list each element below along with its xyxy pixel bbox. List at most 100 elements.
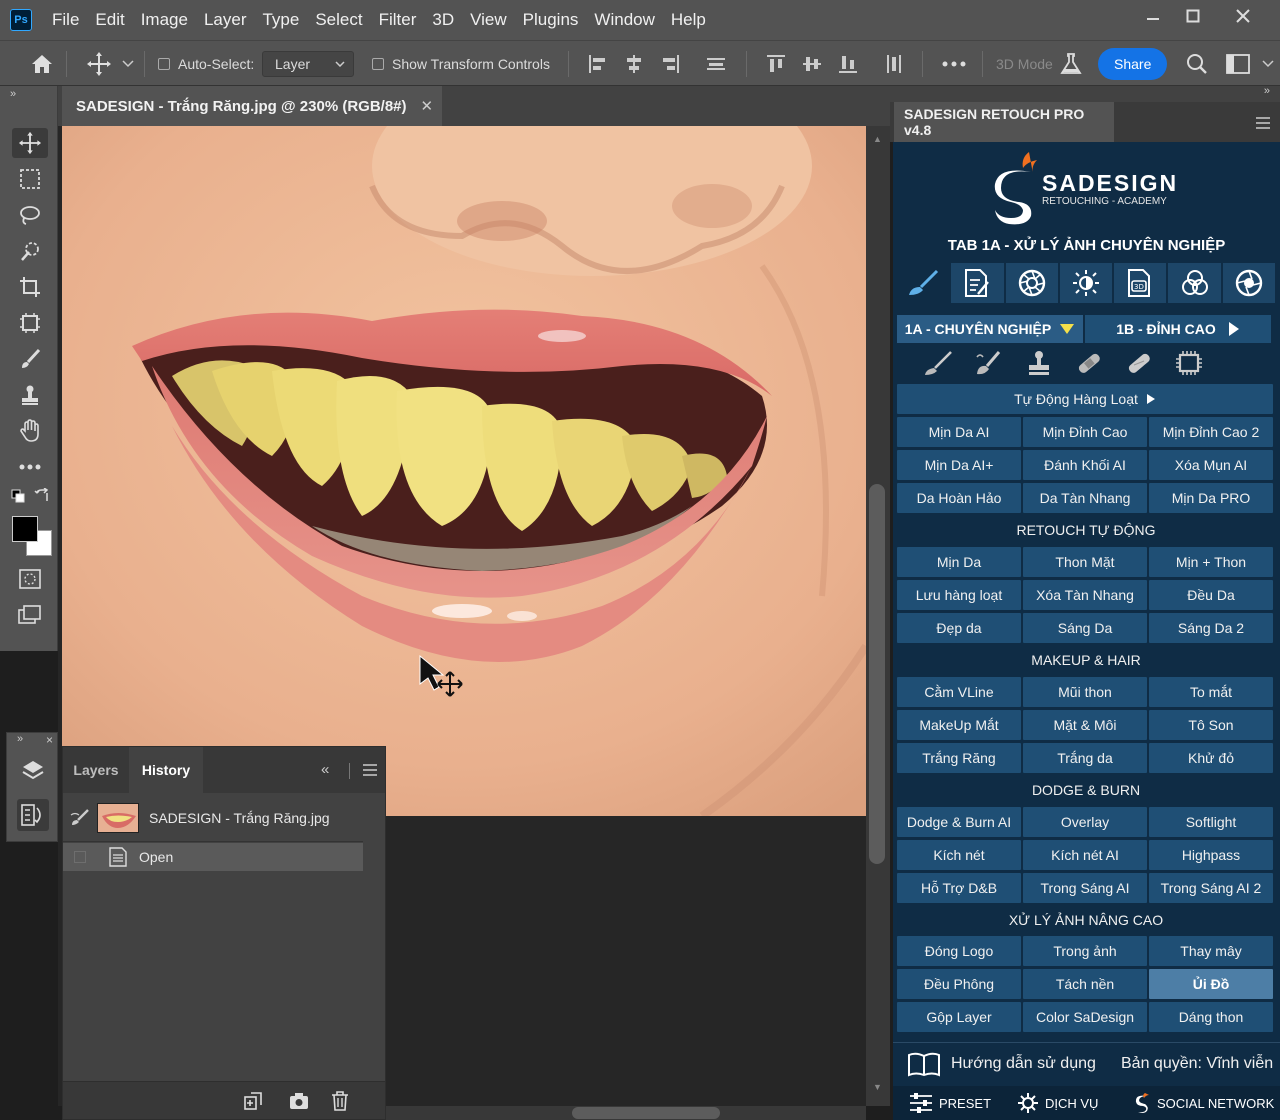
move-tool-icon[interactable] (12, 128, 48, 158)
history-panel-icon[interactable] (17, 799, 49, 831)
align-center-icon[interactable] (624, 41, 644, 87)
menu-type[interactable]: Type (254, 0, 307, 40)
camera-icon[interactable] (289, 1092, 309, 1115)
tab-layers[interactable]: Layers (63, 747, 129, 793)
scroll-up-icon[interactable]: ▲ (873, 134, 882, 144)
align-top-icon[interactable] (766, 41, 786, 87)
btn-deu-phong[interactable]: Đều Phông (897, 969, 1021, 999)
more-tools-icon[interactable] (12, 452, 48, 482)
brush-icon[interactable] (923, 349, 955, 377)
aperture-icon[interactable] (1005, 263, 1058, 303)
btn-min-dinh-cao[interactable]: Mịn Đỉnh Cao (1023, 417, 1147, 447)
maximize-icon[interactable] (1170, 0, 1216, 32)
shutter-icon[interactable] (1222, 263, 1275, 303)
btn-overlay[interactable]: Overlay (1023, 807, 1147, 837)
distribute-vertical-icon[interactable] (884, 41, 904, 87)
social-network-button[interactable]: SOCIAL NETWORK (1133, 1092, 1274, 1114)
btn-min-da[interactable]: Mịn Da (897, 547, 1021, 577)
btn-thon-mat[interactable]: Thon Mặt (1023, 547, 1147, 577)
history-brush-icon[interactable] (63, 809, 97, 827)
btn-trang-rang[interactable]: Trắng Răng (897, 743, 1021, 773)
expand-panels-icon[interactable]: » (1264, 85, 1270, 97)
menu-layer[interactable]: Layer (196, 0, 255, 40)
auto-batch-button[interactable]: Tự Động Hàng Loạt (897, 384, 1273, 414)
menu-plugins[interactable]: Plugins (515, 0, 587, 40)
panel-menu-icon[interactable] (1256, 116, 1270, 134)
history-snapshot[interactable]: SADESIGN - Trắng Răng.jpg (63, 797, 363, 839)
btn-ui-do[interactable]: Ủi Đồ (1149, 969, 1273, 999)
new-document-from-state-icon[interactable] (243, 1092, 263, 1115)
btn-da-hoan-hao[interactable]: Da Hoàn Hảo (897, 483, 1021, 513)
trash-icon[interactable] (331, 1091, 349, 1116)
document-canvas-image[interactable] (62, 126, 866, 816)
align-bottom-icon[interactable] (838, 41, 858, 87)
history-state-open[interactable]: Open (63, 843, 363, 871)
document-edit-icon[interactable] (951, 263, 1004, 303)
distribute-icon[interactable] (706, 41, 726, 87)
workspace-icon[interactable] (1226, 41, 1250, 87)
expand-icon[interactable]: » (17, 733, 23, 745)
btn-dep-da[interactable]: Đẹp da (897, 613, 1021, 643)
move-tool-preset-icon[interactable] (86, 41, 112, 87)
btn-xoa-tan-nhang[interactable]: Xóa Tàn Nhang (1023, 580, 1147, 610)
show-transform-checkbox[interactable]: Show Transform Controls (372, 41, 550, 87)
btn-makeup-mat[interactable]: MakeUp Mắt (897, 710, 1021, 740)
quick-selection-tool-icon[interactable] (12, 236, 48, 266)
btn-softlight[interactable]: Softlight (1149, 807, 1273, 837)
btn-color-sadesign[interactable]: Color SaDesign (1023, 1002, 1147, 1032)
layers-panel-icon[interactable] (17, 755, 49, 787)
hand-tool-icon[interactable] (12, 416, 48, 446)
btn-to-son[interactable]: Tô Son (1149, 710, 1273, 740)
btn-min-da-pro[interactable]: Mịn Da PRO (1149, 483, 1273, 513)
btn-mui-thon[interactable]: Mũi thon (1023, 677, 1147, 707)
healing-bandage-icon[interactable] (1073, 349, 1105, 377)
preset-button[interactable]: PRESET (909, 1092, 991, 1114)
btn-trong-sang-ai-2[interactable]: Trong Sáng AI 2 (1149, 873, 1273, 903)
menu-view[interactable]: View (462, 0, 515, 40)
btn-danh-khoi-ai[interactable]: Đánh Khối AI (1023, 450, 1147, 480)
brush-tool-icon[interactable] (12, 344, 48, 374)
align-left-icon[interactable] (588, 41, 608, 87)
menu-image[interactable]: Image (133, 0, 196, 40)
history-state-checkbox[interactable] (74, 851, 86, 863)
guide-link[interactable]: Hướng dẫn sử dụng (951, 1055, 1096, 1073)
search-icon[interactable] (1186, 41, 1208, 87)
btn-tach-nen[interactable]: Tách nền (1023, 969, 1147, 999)
stamp-tool-icon[interactable] (12, 380, 48, 410)
menu-file[interactable]: File (44, 0, 87, 40)
vertical-scrollbar[interactable]: ▲ ▼ (866, 126, 890, 1106)
horizontal-scroll-thumb[interactable] (572, 1107, 720, 1119)
services-button[interactable]: DỊCH VỤ (1017, 1092, 1098, 1114)
chevron-down-icon[interactable] (1262, 41, 1274, 87)
subtab-1a[interactable]: 1A - CHUYÊN NGHIỆP (897, 315, 1083, 343)
vertical-scroll-thumb[interactable] (869, 484, 885, 864)
beaker-icon[interactable] (1060, 41, 1082, 87)
btn-sang-da-2[interactable]: Sáng Da 2 (1149, 613, 1273, 643)
btn-luu-hang-loat[interactable]: Lưu hàng loạt (897, 580, 1021, 610)
btn-kich-net[interactable]: Kích nét (897, 840, 1021, 870)
default-colors-icon[interactable] (8, 486, 28, 506)
3d-document-icon[interactable]: 3D (1114, 263, 1167, 303)
share-button[interactable]: Share (1098, 41, 1168, 87)
quick-mask-icon[interactable] (12, 564, 48, 594)
auto-select-checkbox[interactable]: Auto-Select: (158, 41, 254, 87)
home-icon[interactable] (30, 41, 54, 87)
btn-min-da-ai-plus[interactable]: Mịn Da AI+ (897, 450, 1021, 480)
btn-da-tan-nhang[interactable]: Da Tàn Nhang (1023, 483, 1147, 513)
menu-window[interactable]: Window (586, 0, 662, 40)
collapse-panel-icon[interactable]: « (321, 761, 329, 778)
btn-deu-da[interactable]: Đều Da (1149, 580, 1273, 610)
document-tab[interactable]: SADESIGN - Trắng Răng.jpg @ 230% (RGB/8#… (62, 86, 442, 126)
btn-trong-anh[interactable]: Trong ảnh (1023, 936, 1147, 966)
crop-tool-icon[interactable] (12, 272, 48, 302)
stamp-icon[interactable] (1023, 349, 1055, 377)
horizontal-scrollbar[interactable] (386, 1106, 866, 1120)
smudge-brush-icon[interactable] (973, 349, 1005, 377)
retouch-brush-icon[interactable] (897, 263, 950, 303)
subtab-1b[interactable]: 1B - ĐỈNH CAO (1085, 315, 1271, 343)
brightness-icon[interactable] (1059, 263, 1113, 303)
btn-xoa-mun-ai[interactable]: Xóa Mụn AI (1149, 450, 1273, 480)
lasso-tool-icon[interactable] (12, 200, 48, 230)
close-tab-icon[interactable]: ✕ (421, 97, 434, 115)
btn-highpass[interactable]: Highpass (1149, 840, 1273, 870)
